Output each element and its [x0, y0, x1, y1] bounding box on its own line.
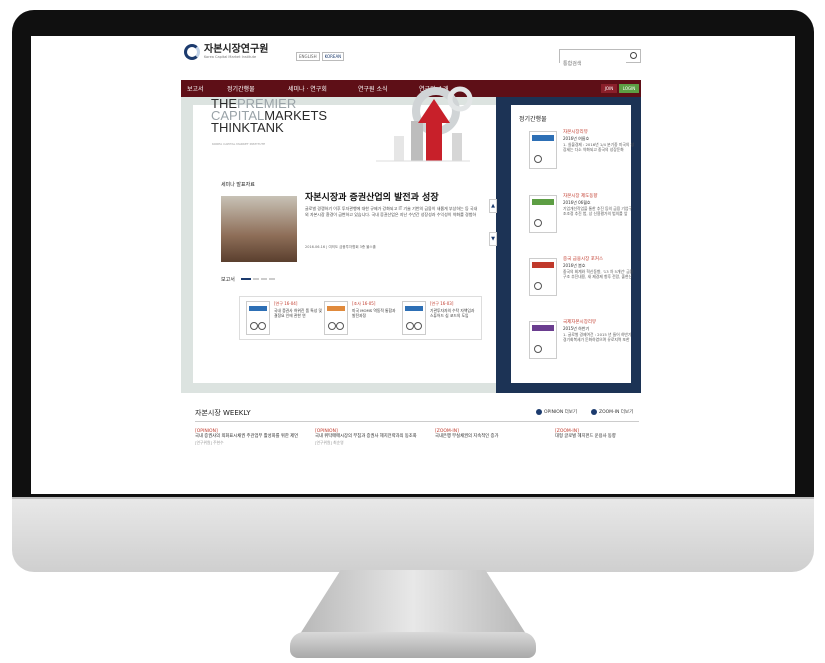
screen: 자본시장연구원 Korea Capital Market Institute E…: [31, 36, 795, 494]
weekly-author: [연구위원] 최순영: [315, 440, 344, 445]
seminar-meta: 2016.06.16 | 여의도 금융투자협회 3층 불스홀: [305, 245, 376, 249]
report-title: 기관투자자의 수탁 자책임과 스튜어드 십 코드의 도입: [430, 308, 475, 318]
zoomin-more-label: ZOOM-IN 더보기: [599, 410, 634, 415]
report-tag: [연구 16-03]: [430, 301, 454, 306]
report-item[interactable]: [연구 16-03] 기관투자자의 수탁 자책임과 스튜어드 십 코드의 도입: [402, 301, 478, 337]
report-thumbnail: [246, 301, 270, 335]
reports-pager: [241, 278, 275, 280]
periodical-name: 중국 금융시장 포커스: [563, 257, 604, 262]
periodical-summary: 기업개선작업을 통한 추진 등의 금융 기업구조조정 추진 법, 상 신용평가의…: [563, 206, 632, 216]
logo-text: 자본시장연구원: [204, 43, 269, 55]
periodical-summary: 1. 실물경제 : 2016년 1/4 분기중 미국의 성장세는 다소 약화되고…: [563, 142, 635, 152]
zoomin-more-button[interactable]: ZOOM-IN 더보기: [591, 409, 633, 415]
weekly-headline: 대형 글로벌 헤지펀드 운용사 동향: [555, 434, 616, 439]
report-thumbnail: [324, 301, 348, 335]
seminar-section-label: 세미나 발표자료: [221, 182, 255, 188]
plus-icon: [591, 409, 597, 415]
seminar-photo[interactable]: [221, 196, 297, 262]
weekly-divider: [195, 421, 639, 422]
weekly-item[interactable]: [OPINION] 국내 증권사의 외화표시채권 주관업무 활성화를 위한 제언…: [195, 429, 307, 446]
pager-dot[interactable]: [261, 278, 267, 280]
weekly-headline: 국내은행 부실채권의 지속적인 증가: [435, 434, 499, 439]
periodical-name: 자본시장 제도동향: [563, 194, 598, 199]
logo-subtitle: Korea Capital Market Institute: [204, 54, 257, 59]
monitor-chin: [12, 497, 814, 572]
periodical-summary: 중국의 회계와 혁신동향, '13 차 5개년' 금융구조 추진내용, 새 제경…: [563, 269, 634, 279]
monitor: 자본시장연구원 Korea Capital Market Institute E…: [12, 10, 814, 572]
periodical-summary: 1. 글로벌 경제여건 : 2015 년 들어 하반기 경기회복세가 둔화하였으…: [563, 332, 632, 342]
web-page: 자본시장연구원 Korea Capital Market Institute E…: [181, 36, 641, 494]
seminar-description: 글로벌 경쟁하기 이후 투자관행에 대한 규제가 강화되고 IT 기술 기반의 …: [305, 206, 478, 217]
nav-item-seminars[interactable]: 세미나 · 연구회: [288, 84, 327, 93]
monitor-base: [290, 632, 536, 658]
search-input[interactable]: [560, 58, 626, 70]
hero-subtitle: KOREA CAPITAL MARKET INSTITUTE: [212, 142, 266, 146]
lang-korean-link[interactable]: KOREAN: [321, 52, 345, 61]
pager-dot-active[interactable]: [241, 278, 251, 280]
reports-list: [연구 16-04] 국내 증권사 허위진 품 특성 및 결정요 인에 관한 연…: [239, 296, 482, 340]
nav-item-reports[interactable]: 보고서: [187, 84, 204, 93]
report-title: 미국 MOMS 역동적 통합과 발전과정: [352, 308, 396, 318]
periodical-item[interactable]: 국제자본시장리뷰 2015년 하반기 1. 글로벌 경제여건 : 2015 년 …: [529, 319, 639, 377]
periodical-item[interactable]: 자본시장리뷰 2016년 여름호 1. 실물경제 : 2016년 1/4 분기중…: [529, 129, 639, 187]
lang-english-link[interactable]: ENGLISH: [296, 52, 320, 61]
language-switch: ENGLISH KOREAN: [296, 52, 346, 61]
seminar-title[interactable]: 자본시장과 증권산업의 발전과 성장: [305, 190, 439, 203]
join-button[interactable]: JOIN: [601, 84, 617, 93]
periodical-thumbnail: [529, 195, 557, 233]
report-thumbnail: [402, 301, 426, 335]
periodical-item[interactable]: 자본시장 제도동향 2016년 06월호 기업개선작업을 통한 추진 등의 금융…: [529, 193, 639, 251]
periodicals-title: 정기간행물: [519, 116, 547, 123]
periodical-thumbnail: [529, 131, 557, 169]
periodical-thumbnail: [529, 258, 557, 296]
hero-slogan: THEPREMIER CAPITALMARKETS THINKTANK: [211, 97, 327, 135]
periodical-item[interactable]: 중국 금융시장 포커스 2016년 봄호 중국의 회계와 혁신동향, '13 차…: [529, 256, 639, 314]
search-box: [559, 49, 641, 70]
search-icon[interactable]: [630, 52, 637, 59]
weekly-item[interactable]: [ZOOM-IN] 국내은행 부실채권의 지속적인 증가: [435, 429, 547, 440]
periodical-name: 국제자본시장리뷰: [563, 320, 597, 325]
report-tag: [연구 16-04]: [274, 301, 298, 306]
monitor-stand: [300, 570, 526, 634]
periodical-name: 자본시장리뷰: [563, 130, 588, 135]
hero-line3: THINKTANK: [211, 120, 284, 135]
hero-growth-arrow-illustration: [376, 86, 473, 162]
report-item[interactable]: [연구 16-04] 국내 증권사 허위진 품 특성 및 결정요 인에 관한 연: [246, 301, 322, 337]
site-logo[interactable]: 자본시장연구원 Korea Capital Market Institute: [184, 44, 268, 60]
opinion-more-label: OPINION 더보기: [544, 410, 578, 415]
top-bar: 자본시장연구원 Korea Capital Market Institute E…: [181, 36, 641, 80]
report-tag: [조사 16-05]: [352, 301, 376, 306]
login-button[interactable]: LOGIN: [619, 84, 639, 93]
opinion-more-button[interactable]: OPINION 더보기: [536, 409, 577, 415]
report-item[interactable]: [조사 16-05] 미국 MOMS 역동적 통합과 발전과정: [324, 301, 400, 337]
plus-icon: [536, 409, 542, 415]
pager-dot[interactable]: [253, 278, 259, 280]
periodical-thumbnail: [529, 321, 557, 359]
weekly-item[interactable]: [ZOOM-IN] 대형 글로벌 헤지펀드 운용사 동향: [555, 429, 667, 440]
nav-item-periodicals[interactable]: 정기간행물: [227, 84, 255, 93]
seminar-next-button[interactable]: ▼: [489, 232, 497, 246]
seminar-prev-button[interactable]: ▲: [489, 199, 497, 213]
weekly-item[interactable]: [OPINION] 국내 위탁매매시장의 부침과 증권사 헤지전략과의 동조화 …: [315, 429, 427, 446]
weekly-author: [연구위원] 주현수: [195, 440, 224, 445]
pager-dot[interactable]: [269, 278, 275, 280]
weekly-title: 자본시장 WEEKLY: [195, 409, 251, 417]
logo-icon: [184, 44, 200, 60]
reports-section-label: 보고서: [221, 277, 235, 283]
report-title: 국내 증권사 허위진 품 특성 및 결정요 인에 관한 연: [274, 308, 322, 318]
